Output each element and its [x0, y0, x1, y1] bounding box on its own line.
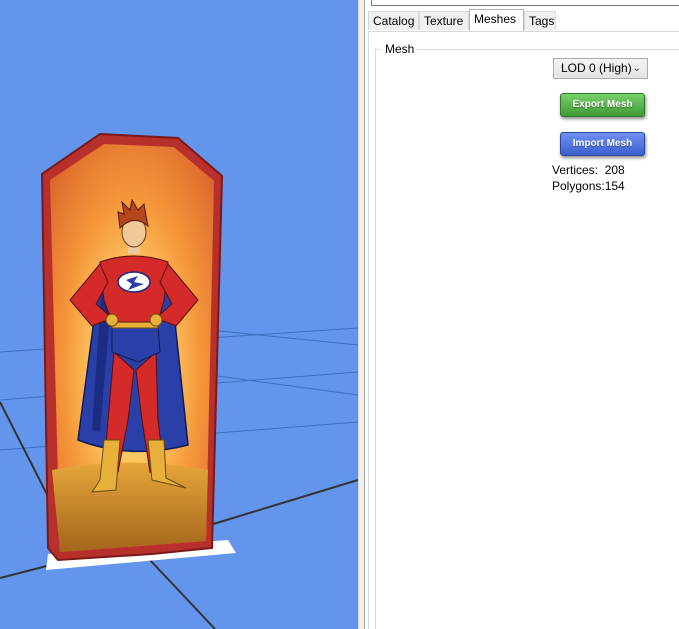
tab-tags[interactable]: Tags [524, 11, 556, 30]
polygons-stat: Polygons:154 [552, 179, 625, 193]
vertices-label: Vertices: [552, 163, 599, 177]
meshes-tab-content: Mesh LOD 0 (High) ⌄ Export Mesh Import M… [368, 31, 679, 629]
lod-dropdown[interactable]: LOD 0 (High) ⌄ [553, 58, 648, 79]
tab-catalog[interactable]: Catalog [368, 11, 419, 30]
vertices-value: 208 [604, 163, 625, 177]
chevron-down-icon: ⌄ [632, 63, 641, 74]
polygons-label: Polygons: [552, 179, 605, 193]
viewport-3d[interactable] [0, 0, 358, 629]
card-ground [52, 462, 208, 552]
mesh-group-title: Mesh [382, 42, 418, 56]
tab-strip: Catalog Texture Meshes Tags [368, 9, 679, 31]
hero-card [40, 132, 224, 562]
import-mesh-button[interactable]: Import Mesh [560, 132, 645, 156]
polygons-value: 154 [604, 179, 625, 193]
tab-texture[interactable]: Texture [419, 11, 469, 30]
properties-panel: Catalog Texture Meshes Tags Mesh LOD 0 (… [364, 0, 679, 629]
tab-meshes[interactable]: Meshes [469, 9, 524, 31]
scene-canvas [0, 132, 358, 629]
mesh-groupbox: Mesh LOD 0 (High) ⌄ Export Mesh Import M… [375, 42, 679, 629]
export-mesh-button[interactable]: Export Mesh [560, 93, 645, 117]
lod-dropdown-value: LOD 0 (High) [561, 61, 632, 75]
vertices-stat: Vertices: 208 [552, 163, 625, 177]
top-input-field[interactable] [371, 0, 679, 6]
